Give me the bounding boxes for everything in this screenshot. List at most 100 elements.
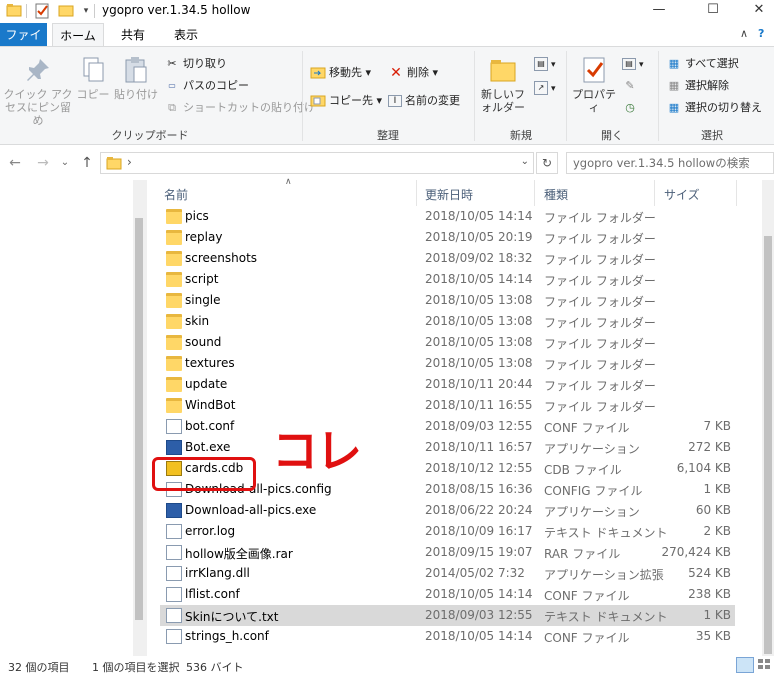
large-icons-view-button[interactable] — [756, 657, 774, 673]
paste-button[interactable]: 貼り付け — [114, 55, 158, 101]
paste-shortcut-button[interactable]: ⧉ ショートカットの貼り付け — [164, 99, 315, 117]
ribbon-tabs: ファイル ホーム 共有 表示 ∧ ? — [0, 23, 774, 66]
file-list-scroll-thumb[interactable] — [764, 236, 772, 654]
file-date: 2018/06/22 20:24 — [425, 503, 533, 517]
file-row[interactable]: Download-all-pics.exe 2018/06/22 20:24 アプリ… — [160, 500, 735, 521]
file-name: Skinについて.txt — [185, 610, 279, 624]
close-button[interactable]: ✕ — [736, 0, 774, 22]
rename-button[interactable]: I 名前の変更 — [388, 92, 460, 110]
file-name: irrKlang.dll — [185, 566, 250, 580]
history-icon: ◷ — [625, 101, 635, 114]
file-name: update — [185, 377, 228, 391]
file-date: 2018/10/05 14:14 — [425, 272, 533, 286]
search-input[interactable]: ygopro ver.1.34.5 hollowの検索 — [566, 152, 774, 174]
edit-button[interactable]: ✎ — [622, 77, 641, 95]
delete-label: 削除 ▾ — [407, 66, 439, 79]
paste-shortcut-label: ショートカットの貼り付け — [183, 101, 315, 114]
properties-button[interactable]: プロパティ — [568, 55, 620, 114]
file-row[interactable]: replay 2018/10/05 20:19 ファイル フォルダー — [160, 227, 735, 248]
delete-button[interactable]: ✕ 削除 ▾ — [388, 64, 438, 82]
select-all-button[interactable]: ▦ すべて選択 — [666, 55, 739, 73]
tab-share[interactable]: 共有 — [110, 23, 156, 47]
ribbon-collapse-icon[interactable]: ∧ — [740, 27, 748, 40]
file-type: ファイル フォルダー — [544, 274, 656, 288]
file-row[interactable]: skin 2018/10/05 13:08 ファイル フォルダー — [160, 311, 735, 332]
move-to-label: 移動先 ▾ — [329, 66, 372, 79]
file-type: ファイル フォルダー — [544, 295, 656, 309]
tab-view[interactable]: 表示 — [162, 23, 210, 47]
file-date: 2018/09/03 12:55 — [425, 419, 533, 433]
file-date: 2018/09/02 18:32 — [425, 251, 533, 265]
file-row[interactable]: screenshots 2018/09/02 18:32 ファイル フォルダー — [160, 248, 735, 269]
details-view-button[interactable] — [736, 657, 754, 673]
file-row[interactable]: WindBot 2018/10/11 16:55 ファイル フォルダー — [160, 395, 735, 416]
file-row[interactable]: strings_h.conf 2018/10/05 14:14 CONF ファイル 3… — [160, 626, 735, 647]
cut-label: 切り取り — [183, 57, 227, 70]
recent-locations-button[interactable]: ⌄ — [56, 154, 74, 172]
column-date[interactable]: 更新日時 — [425, 186, 473, 203]
up-button[interactable]: ↑ — [78, 154, 96, 172]
address-bar[interactable]: › ⌄ — [100, 152, 534, 174]
file-row[interactable]: lflist.conf 2018/10/05 14:14 CONF ファイル 238 … — [160, 584, 735, 605]
new-item-button[interactable]: ▤ ▾ — [534, 55, 556, 73]
file-row[interactable]: error.log 2018/10/09 16:17 テキスト ドキュメント 2 KB — [160, 521, 735, 542]
file-row[interactable]: Bot.exe 2018/10/11 16:57 アプリケーション 272 KB — [160, 437, 735, 458]
title-bar: ▾ ygopro ver.1.34.5 hollow — ☐ ✕ — [0, 0, 774, 22]
file-row[interactable]: hollow版全画像.rar 2018/09/15 19:07 RAR ファイル 27… — [160, 542, 735, 563]
column-size[interactable]: サイズ — [664, 186, 700, 203]
navigation-pane[interactable] — [0, 180, 146, 656]
tab-home[interactable]: ホーム — [52, 23, 104, 47]
file-name: Download-all-pics.exe — [185, 503, 317, 517]
minimize-button[interactable]: — — [636, 0, 682, 22]
navigation-pane-scroll-thumb[interactable] — [135, 218, 143, 620]
file-type: テキスト ドキュメント — [544, 526, 668, 540]
tab-file[interactable]: ファイル — [0, 23, 47, 66]
invert-selection-button[interactable]: ▦ 選択の切り替え — [666, 99, 762, 117]
pin-label: クイック アクセスにピン留め — [3, 88, 73, 127]
copy-to-button[interactable]: コピー先 ▾ — [310, 92, 382, 110]
new-folder-button[interactable]: 新しいフォルダー — [478, 55, 528, 114]
properties-label: プロパティ — [572, 88, 616, 114]
file-type: ファイル フォルダー — [544, 253, 656, 267]
move-to-button[interactable]: 移動先 ▾ — [310, 64, 371, 82]
item-count: 32 個の項目 — [8, 661, 70, 674]
file-row[interactable]: Skinについて.txt 2018/09/03 12:55 テキスト ドキュメント 1… — [160, 605, 735, 626]
file-row[interactable]: bot.conf 2018/09/03 12:55 CONF ファイル 7 KB — [160, 416, 735, 437]
file-row[interactable]: script 2018/10/05 14:14 ファイル フォルダー — [160, 269, 735, 290]
file-size: 272 KB — [688, 440, 731, 454]
file-row[interactable]: pics 2018/10/05 14:14 ファイル フォルダー — [160, 206, 735, 227]
folder-icon — [166, 251, 182, 266]
file-row[interactable]: update 2018/10/11 20:44 ファイル フォルダー — [160, 374, 735, 395]
document-icon — [166, 419, 182, 434]
cut-button[interactable]: ✂ 切り取り — [164, 55, 227, 73]
file-row[interactable]: single 2018/10/05 13:08 ファイル フォルダー — [160, 290, 735, 311]
properties-quick-icon[interactable] — [34, 3, 50, 19]
column-type[interactable]: 種類 — [544, 186, 568, 203]
file-row[interactable]: sound 2018/10/05 13:08 ファイル フォルダー — [160, 332, 735, 353]
file-size: 524 KB — [688, 566, 731, 580]
file-date: 2018/09/03 12:55 — [425, 608, 533, 622]
column-name[interactable]: 名前 — [164, 186, 188, 203]
copy-button[interactable]: コピー — [76, 55, 110, 101]
easy-access-button[interactable]: ↗ ▾ — [534, 79, 556, 97]
quick-access-dropdown-icon[interactable]: ▾ — [78, 3, 94, 19]
annotation-circle — [152, 457, 256, 491]
file-row[interactable]: textures 2018/10/05 13:08 ファイル フォルダー — [160, 353, 735, 374]
copy-to-label: コピー先 ▾ — [329, 94, 383, 107]
breadcrumb-separator[interactable]: › — [127, 155, 132, 169]
open-button[interactable]: ▤ ▾ — [622, 55, 644, 73]
copy-path-button[interactable]: ▭ パスのコピー — [164, 77, 249, 95]
pin-quick-access-button[interactable]: クイック アクセスにピン留め — [2, 55, 74, 127]
select-none-button[interactable]: ▦ 選択解除 — [666, 77, 729, 95]
file-row[interactable]: irrKlang.dll 2014/05/02 7:32 アプリケーション拡張 524… — [160, 563, 735, 584]
new-folder-quick-icon[interactable] — [58, 3, 74, 19]
address-dropdown-icon[interactable]: ⌄ — [521, 156, 529, 167]
history-button[interactable]: ◷ — [622, 99, 641, 117]
search-placeholder: ygopro ver.1.34.5 hollowの検索 — [573, 156, 750, 170]
forward-button[interactable]: → — [34, 154, 52, 172]
back-button[interactable]: ← — [6, 154, 24, 172]
file-type: アプリケーション — [544, 505, 640, 519]
maximize-button[interactable]: ☐ — [690, 0, 736, 22]
refresh-button[interactable]: ↻ — [536, 152, 558, 174]
help-icon[interactable]: ? — [758, 27, 764, 40]
